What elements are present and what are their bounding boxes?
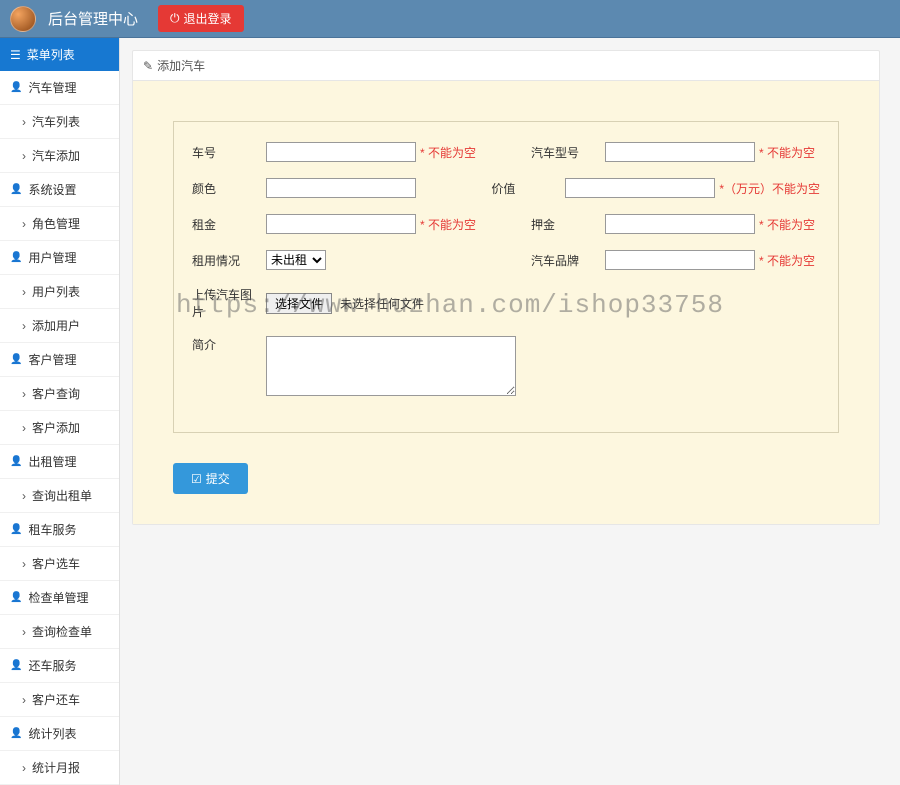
- sidebar-item[interactable]: 查询出租单: [0, 479, 119, 513]
- logout-label: 退出登录: [184, 10, 232, 27]
- sidebar-item[interactable]: 客户查询: [0, 377, 119, 411]
- brand-label: 汽车品牌: [531, 252, 601, 269]
- sidebar-item[interactable]: 查询检查单: [0, 615, 119, 649]
- user-icon: 👤: [10, 252, 22, 263]
- edit-icon: ✎: [143, 59, 153, 73]
- list-icon: ☰: [10, 48, 21, 62]
- color-input[interactable]: [266, 178, 416, 198]
- sidebar-item[interactable]: 用户列表: [0, 275, 119, 309]
- panel-body: 车号 * 不能为空 汽车型号 * 不能为空 颜色: [133, 81, 879, 524]
- content-area: ✎ 添加汽车 车号 * 不能为空 汽车型号 * 不能为空: [120, 38, 900, 785]
- sidebar-group-label: 系统设置: [28, 181, 76, 198]
- rent-status-label: 租用情况: [192, 252, 262, 269]
- color-label: 颜色: [192, 180, 262, 197]
- file-no-file-text: 未选择任何文件: [340, 295, 424, 312]
- price-label: 价值: [491, 180, 561, 197]
- menu-header-label: 菜单列表: [27, 46, 75, 63]
- rent-status-select[interactable]: 未出租: [266, 250, 326, 270]
- car-model-input[interactable]: [605, 142, 755, 162]
- sidebar: ☰ 菜单列表 👤 汽车管理汽车列表汽车添加 👤 系统设置角色管理 👤 用户管理用户列表添加…: [0, 38, 120, 785]
- sidebar-group[interactable]: 👤 租车服务: [0, 513, 119, 547]
- sidebar-group[interactable]: 👤 还车服务: [0, 649, 119, 683]
- user-icon: 👤: [10, 660, 22, 671]
- submit-button[interactable]: ☑ 提交: [173, 463, 248, 494]
- panel: ✎ 添加汽车 车号 * 不能为空 汽车型号 * 不能为空: [132, 50, 880, 525]
- app-header: 后台管理中心 ⏻ 退出登录: [0, 0, 900, 38]
- sidebar-item[interactable]: 角色管理: [0, 207, 119, 241]
- sidebar-item[interactable]: 客户还车: [0, 683, 119, 717]
- menu-header: ☰ 菜单列表: [0, 38, 119, 71]
- check-icon: ☑: [191, 472, 202, 486]
- form-section: 车号 * 不能为空 汽车型号 * 不能为空 颜色: [173, 121, 839, 433]
- upload-label: 上传汽车图片: [192, 286, 262, 320]
- sidebar-group-label: 汽车管理: [28, 79, 76, 96]
- sidebar-item[interactable]: 统计月报: [0, 751, 119, 785]
- app-title: 后台管理中心: [48, 8, 138, 29]
- panel-header: ✎ 添加汽车: [133, 51, 879, 81]
- intro-textarea[interactable]: [266, 336, 516, 396]
- sidebar-item[interactable]: 汽车添加: [0, 139, 119, 173]
- sidebar-group-label: 租车服务: [28, 521, 76, 538]
- sidebar-group[interactable]: 👤 出租管理: [0, 445, 119, 479]
- sidebar-group[interactable]: 👤 检查单管理: [0, 581, 119, 615]
- user-icon: 👤: [10, 456, 22, 467]
- sidebar-group[interactable]: 👤 客户管理: [0, 343, 119, 377]
- car-model-label: 汽车型号: [531, 144, 601, 161]
- avatar: [10, 6, 36, 32]
- sidebar-group-label: 还车服务: [28, 657, 76, 674]
- price-input[interactable]: [565, 178, 715, 198]
- panel-title: 添加汽车: [157, 57, 205, 74]
- user-icon: 👤: [10, 354, 22, 365]
- user-icon: 👤: [10, 592, 22, 603]
- deposit-label: 押金: [531, 216, 601, 233]
- brand-input[interactable]: [605, 250, 755, 270]
- sidebar-group-label: 出租管理: [28, 453, 76, 470]
- user-icon: 👤: [10, 82, 22, 93]
- sidebar-group[interactable]: 👤 统计列表: [0, 717, 119, 751]
- rent-label: 租金: [192, 216, 262, 233]
- brand-hint: * 不能为空: [759, 252, 815, 269]
- price-hint: *（万元）不能为空: [719, 180, 820, 197]
- user-icon: 👤: [10, 728, 22, 739]
- sidebar-group-label: 统计列表: [28, 725, 76, 742]
- car-number-label: 车号: [192, 144, 262, 161]
- intro-label: 简介: [192, 336, 262, 353]
- sidebar-item[interactable]: 汽车列表: [0, 105, 119, 139]
- submit-label: 提交: [206, 470, 230, 487]
- sidebar-group[interactable]: 👤 用户管理: [0, 241, 119, 275]
- deposit-input[interactable]: [605, 214, 755, 234]
- file-choose-button[interactable]: 选择文件: [266, 293, 332, 314]
- logout-button[interactable]: ⏻ 退出登录: [158, 5, 244, 32]
- car-model-hint: * 不能为空: [759, 144, 815, 161]
- deposit-hint: * 不能为空: [759, 216, 815, 233]
- power-icon: ⏻: [170, 11, 180, 26]
- car-number-input[interactable]: [266, 142, 416, 162]
- sidebar-group-label: 检查单管理: [28, 589, 88, 606]
- user-icon: 👤: [10, 524, 22, 535]
- sidebar-item[interactable]: 客户选车: [0, 547, 119, 581]
- sidebar-group-label: 客户管理: [28, 351, 76, 368]
- sidebar-item[interactable]: 添加用户: [0, 309, 119, 343]
- sidebar-item[interactable]: 客户添加: [0, 411, 119, 445]
- rent-hint: * 不能为空: [420, 216, 476, 233]
- sidebar-group[interactable]: 👤 系统设置: [0, 173, 119, 207]
- sidebar-group-label: 用户管理: [28, 249, 76, 266]
- car-number-hint: * 不能为空: [420, 144, 476, 161]
- user-icon: 👤: [10, 184, 22, 195]
- sidebar-group[interactable]: 👤 汽车管理: [0, 71, 119, 105]
- rent-input[interactable]: [266, 214, 416, 234]
